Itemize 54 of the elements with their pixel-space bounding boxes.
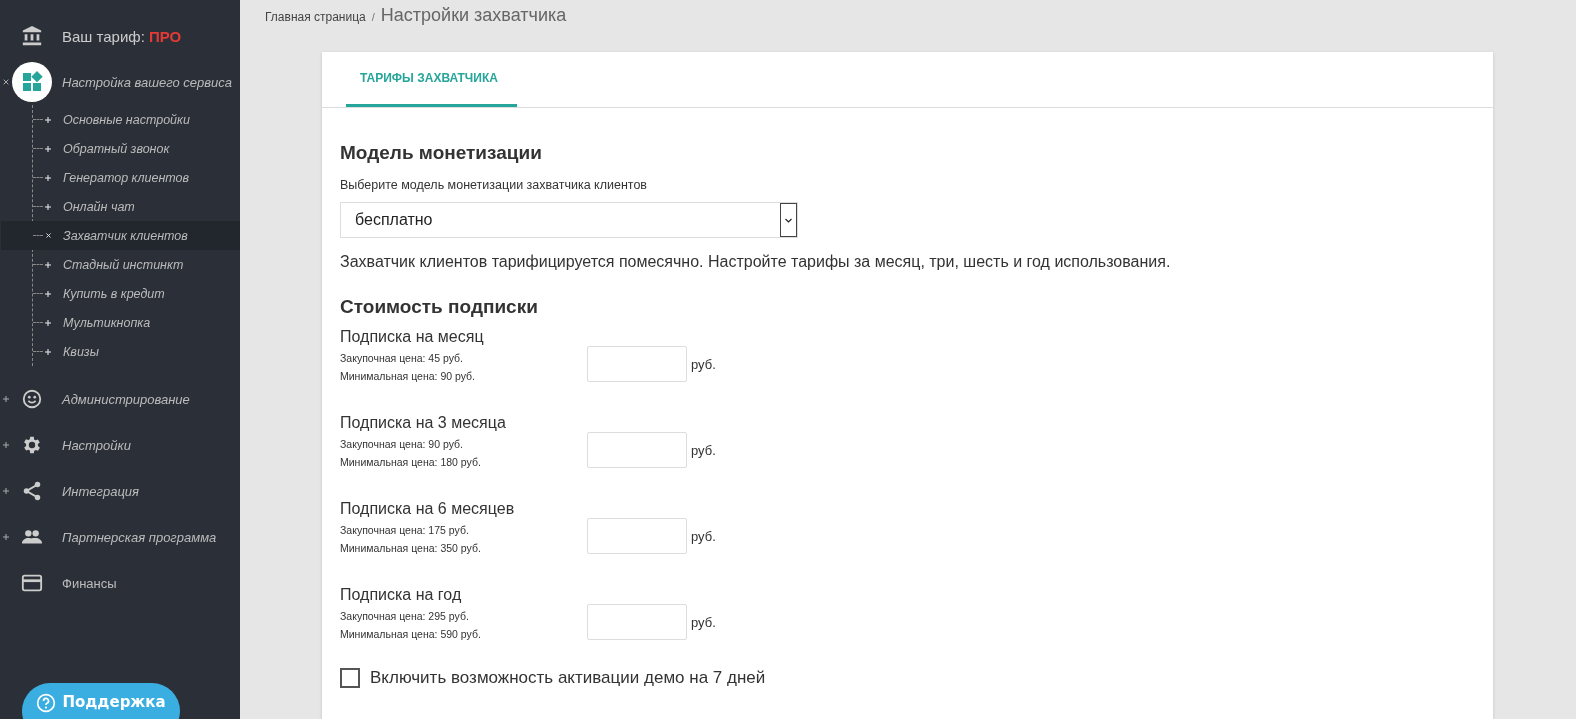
checkbox-label: Включить возможность активации демо на 7 дней	[370, 668, 766, 688]
currency-label: руб.	[691, 528, 716, 544]
sub-nav-item[interactable]: Квизы	[63, 344, 99, 359]
section-heading: Стоимость подписки	[340, 296, 539, 319]
description-text: Захватчик клиентов тарифицируется помесячно. Настройте тарифы за месяц, три, шесть и год использования.	[340, 253, 1172, 271]
currency-label: руб.	[691, 614, 716, 630]
minimum-price: Минимальная цена: 180 руб.	[340, 456, 482, 468]
help-icon	[36, 693, 57, 713]
sub-nav-item[interactable]: Основные настройки	[63, 112, 190, 127]
section-heading: Модель монетизации	[340, 142, 543, 165]
nav-item[interactable]: Финансы	[62, 575, 117, 591]
field-hint: Выберите модель монетизации захватчика клиентов	[340, 178, 648, 192]
widgets-icon	[20, 70, 44, 94]
breadcrumb-separator: /	[371, 11, 375, 23]
minimum-price: Минимальная цена: 350 руб.	[340, 542, 482, 554]
nav-item[interactable]: Интеграция	[62, 483, 139, 499]
price-input[interactable]	[587, 518, 687, 554]
plan-title: Подписка на год	[340, 586, 463, 604]
share-icon	[21, 480, 43, 502]
dropdown-toggle[interactable]	[780, 203, 797, 237]
sub-nav-item[interactable]: Купить в кредит	[63, 286, 165, 301]
model-select[interactable]: бесплатно	[340, 202, 798, 238]
breadcrumb-link[interactable]: Главная страница	[265, 10, 366, 24]
currency-label: руб.	[691, 442, 716, 458]
sub-nav-item[interactable]: Захватчик клиентов	[63, 228, 188, 243]
nav-item[interactable]: Настройки	[62, 437, 131, 453]
checkbox[interactable]	[340, 668, 360, 688]
plan-title: Подписка на месяц	[340, 328, 485, 346]
minimum-price: Минимальная цена: 590 руб.	[340, 628, 482, 640]
plan-title: Подписка на 3 месяца	[340, 414, 507, 432]
price-input[interactable]	[587, 604, 687, 640]
purchase-price: Закупочная цена: 175 руб.	[340, 524, 470, 536]
gear-icon	[21, 434, 43, 456]
page-title: Настройки захватчика	[380, 5, 567, 26]
smiley-face-icon	[21, 388, 43, 410]
nav-item[interactable]: Настройка вашего сервиса	[62, 74, 233, 90]
price-input[interactable]	[587, 432, 687, 468]
nav-item[interactable]: Администрирование	[62, 391, 190, 407]
price-input[interactable]	[587, 346, 687, 382]
purchase-price: Закупочная цена: 90 руб.	[340, 438, 464, 450]
bank-icon	[21, 25, 43, 47]
purchase-price: Закупочная цена: 45 руб.	[340, 352, 464, 364]
plan-label: Ваш тариф: ПРО	[62, 27, 182, 45]
nav-item[interactable]: Партнерская программа	[62, 529, 217, 545]
currency-label: руб.	[691, 356, 716, 372]
purchase-price: Закупочная цена: 295 руб.	[340, 610, 470, 622]
sub-nav-item[interactable]: Онлайн чат	[63, 199, 135, 214]
sub-nav-item[interactable]: Генератор клиентов	[63, 170, 190, 185]
sub-nav-item[interactable]: Обратный звонок	[63, 141, 170, 156]
sub-nav-item[interactable]: Стадный инстинкт	[63, 257, 184, 272]
minimum-price: Минимальная цена: 90 руб.	[340, 370, 476, 382]
credit-card-icon	[21, 572, 43, 594]
sub-nav-item[interactable]: Мультикнопка	[63, 315, 151, 330]
plan-title: Подписка на 6 месяцев	[340, 500, 516, 518]
